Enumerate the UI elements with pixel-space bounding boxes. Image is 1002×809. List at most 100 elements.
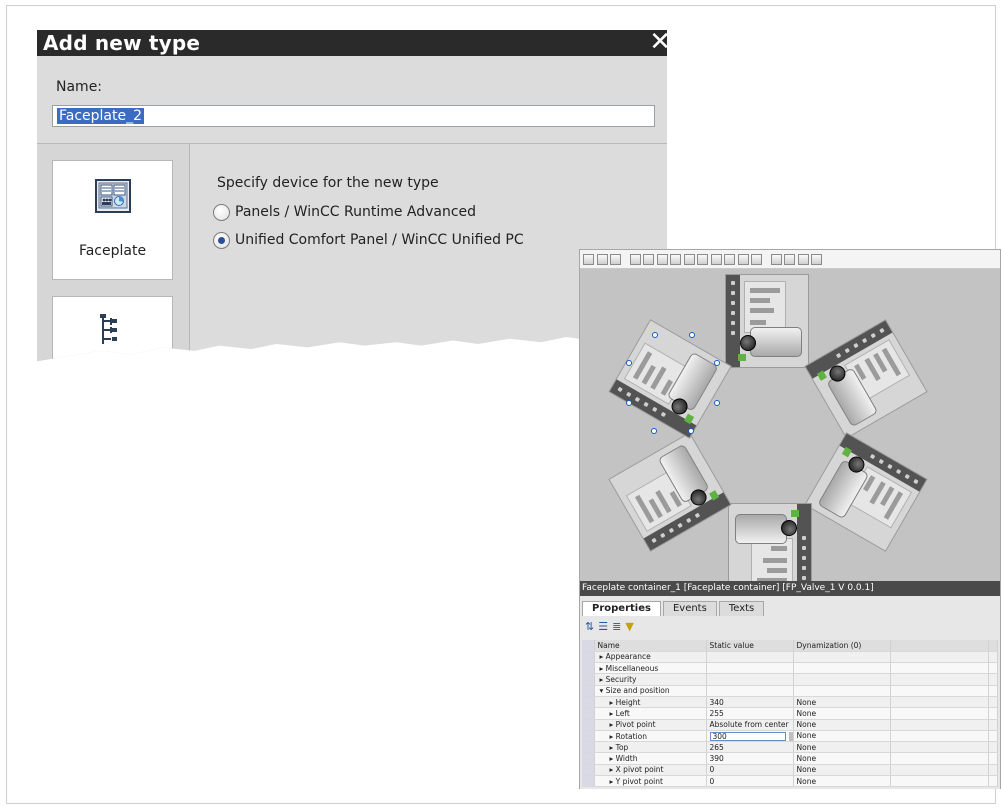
properties-title-bar: Faceplate container_1 [Faceplate contain… — [580, 581, 1000, 596]
property-row[interactable]: ▸ X pivot point 0 None — [582, 764, 998, 777]
device-prompt-label: Specify device for the new type — [217, 175, 439, 191]
properties-panel: Properties Events Texts ⇅ ☰ ≣ ▼ Name Sta… — [580, 596, 1000, 789]
expand-arrow-icon[interactable]: ▸ — [610, 777, 614, 786]
spinner-icon[interactable] — [788, 731, 792, 741]
expand-arrow-icon[interactable]: ▸ — [610, 709, 614, 718]
property-dynamization: None — [796, 708, 817, 718]
radio-label: Panels / WinCC Runtime Advanced — [235, 204, 477, 220]
screen-editor-window: Faceplate container_1 [Faceplate contain… — [579, 249, 1001, 789]
close-icon[interactable]: ✕ — [649, 30, 667, 57]
property-value: 255 — [709, 708, 724, 718]
screen-canvas[interactable] — [580, 270, 1000, 597]
expand-arrow-icon[interactable]: ▸ — [610, 743, 614, 752]
align-right-icon[interactable] — [656, 253, 668, 265]
property-dynamization: None — [796, 754, 817, 764]
align-left-icon[interactable] — [629, 253, 641, 265]
valve-faceplate-instance[interactable] — [608, 432, 732, 552]
same-height-icon[interactable] — [751, 253, 762, 265]
bring-front-icon[interactable] — [770, 253, 782, 265]
rotation-value-input[interactable]: 300 — [709, 731, 786, 741]
send-back-icon[interactable] — [784, 253, 795, 265]
selection-handle[interactable] — [651, 428, 657, 434]
align-center-icon[interactable] — [643, 253, 654, 265]
zoom-in-icon[interactable] — [583, 253, 594, 265]
expand-arrow-icon[interactable]: ▸ — [610, 765, 614, 774]
expand-arrow-icon[interactable]: ▸ — [600, 675, 604, 684]
faceplate-type-tile[interactable]: Faceplate — [52, 160, 173, 280]
expand-arrow-icon[interactable]: ▸ — [610, 754, 614, 763]
property-row[interactable]: ▸ Rotation 300 None — [582, 730, 998, 743]
filter-icon[interactable]: ▼ — [625, 621, 633, 633]
sort-icon[interactable]: ⇅ — [585, 621, 594, 633]
radio-label: Unified Comfort Panel / WinCC Unified PC — [235, 232, 524, 248]
ungroup-icon[interactable] — [811, 253, 822, 265]
property-value: 0 — [709, 776, 715, 786]
list-view-icon[interactable]: ☰ — [598, 621, 608, 633]
tab-texts[interactable]: Texts — [718, 601, 765, 616]
valve-knob[interactable] — [740, 335, 756, 351]
expand-arrow-icon[interactable]: ▸ — [610, 698, 614, 707]
property-name: Miscellaneous — [605, 663, 659, 673]
expand-arrow-icon[interactable]: ▸ — [610, 720, 614, 729]
align-middle-icon[interactable] — [683, 253, 695, 265]
tab-properties[interactable]: Properties — [582, 601, 661, 616]
expand-arrow-icon[interactable]: ▸ — [610, 732, 614, 741]
property-dynamization: None — [796, 731, 817, 741]
selection-handle[interactable] — [688, 428, 694, 434]
radio-button-selected[interactable] — [213, 231, 230, 249]
valve-faceplate-instance[interactable] — [804, 319, 928, 439]
valve-faceplate-instance[interactable] — [608, 319, 732, 439]
selection-handle[interactable] — [652, 332, 658, 338]
valve-faceplate-instance[interactable] — [725, 274, 809, 368]
valve-knob[interactable] — [781, 520, 797, 536]
expand-arrow-icon[interactable]: ▸ — [600, 664, 604, 673]
tree-view-icon[interactable]: ≣ — [612, 621, 621, 633]
expand-arrow-icon[interactable]: ▾ — [600, 686, 604, 695]
selection-handle[interactable] — [626, 400, 632, 406]
valve-body — [735, 514, 787, 544]
column-header-dynamization[interactable]: Dynamization (0) — [793, 640, 891, 652]
property-row[interactable]: ▸ Security — [582, 673, 998, 686]
property-row[interactable]: ▸ Appearance — [582, 651, 998, 664]
align-top-icon[interactable] — [670, 253, 681, 265]
property-row[interactable]: ▸ Y pivot point 0 None — [582, 775, 998, 788]
selection-handle[interactable] — [626, 360, 632, 366]
property-dynamization: None — [796, 742, 817, 752]
radio-unified-comfort-panel[interactable]: Unified Comfort Panel / WinCC Unified PC — [213, 230, 524, 250]
distribute-h-icon[interactable] — [710, 253, 722, 265]
selection-handle[interactable] — [689, 332, 695, 338]
same-width-icon[interactable] — [737, 253, 749, 265]
tab-events[interactable]: Events — [662, 601, 717, 616]
radio-panels-wincc-advanced[interactable]: Panels / WinCC Runtime Advanced — [213, 202, 476, 222]
property-row[interactable]: ▸ Miscellaneous — [582, 662, 998, 675]
column-header-name[interactable]: Name — [594, 640, 707, 652]
column-header-static-value[interactable]: Static value — [706, 640, 794, 652]
property-value: 390 — [709, 754, 724, 764]
property-row[interactable]: ▾ Size and position — [582, 685, 998, 697]
zoom-out-icon[interactable] — [596, 253, 608, 265]
valve-faceplate-instance[interactable] — [804, 432, 928, 552]
selection-handle[interactable] — [714, 360, 720, 366]
expand-arrow-icon[interactable]: ▸ — [600, 652, 604, 661]
property-name: Left — [615, 708, 630, 718]
property-name: Pivot point — [615, 720, 656, 730]
group-icon[interactable] — [797, 253, 809, 265]
properties-table: Name Static value Dynamization (0) ▸ App… — [582, 640, 998, 788]
property-row[interactable]: ▸ Pivot point Absolute from center None — [582, 719, 998, 731]
status-indicator — [738, 354, 746, 361]
status-indicator — [816, 370, 827, 381]
editor-toolbar — [580, 250, 1000, 269]
property-row[interactable]: ▸ Width 390 None — [582, 752, 998, 765]
selection-handle[interactable] — [714, 400, 720, 406]
property-row[interactable]: ▸ Height 340 None — [582, 696, 998, 709]
distribute-v-icon[interactable] — [724, 253, 735, 265]
zoom-fit-icon[interactable] — [610, 253, 621, 265]
name-input[interactable]: Faceplate_2 — [52, 105, 655, 127]
align-bottom-icon[interactable] — [697, 253, 708, 265]
property-name: Height — [615, 697, 641, 707]
radio-button[interactable] — [213, 203, 230, 221]
property-row[interactable]: ▸ Top 265 None — [582, 741, 998, 754]
property-row[interactable]: ▸ Left 255 None — [582, 707, 998, 720]
property-value: 265 — [709, 742, 724, 752]
property-name: Security — [605, 675, 637, 685]
